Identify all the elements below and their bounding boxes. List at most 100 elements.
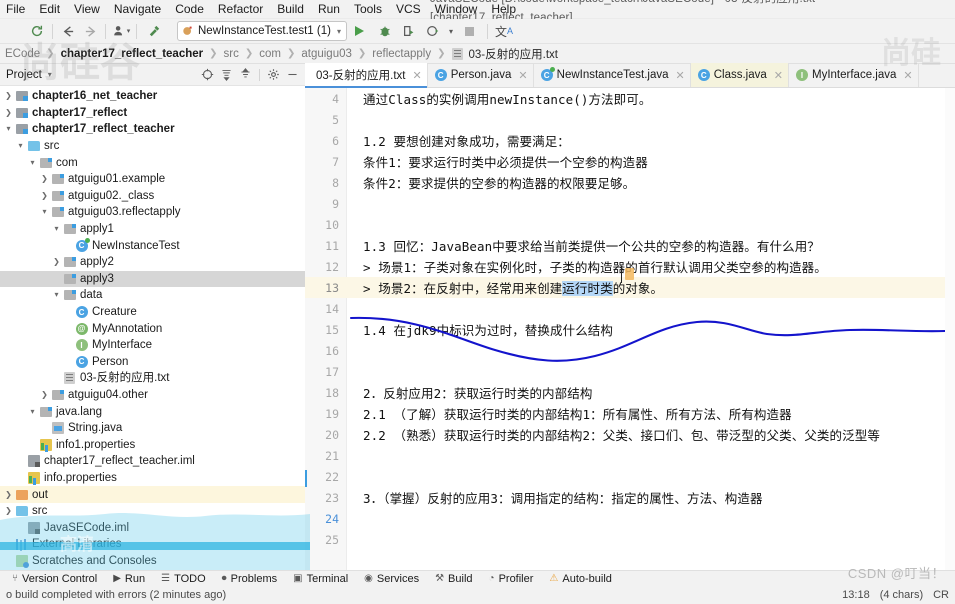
target-icon[interactable] [199, 66, 216, 83]
editor-line[interactable]: 11 1.3 回忆：JavaBean中要求给当前类提供一个公共的空参的构造器。有什… [305, 235, 955, 256]
editor-line[interactable]: 20 2.2 （熟悉）获取运行时类的内部结构2：父类、接口们、包、带泛型的父类、父… [305, 424, 955, 445]
editor-line[interactable]: 18 2．反射应用2：获取运行时类的内部结构 [305, 382, 955, 403]
tree-node[interactable]: ❯ src [0, 503, 305, 520]
editor-tab[interactable]: I MyInterface.java ✕ [789, 63, 919, 87]
close-icon[interactable]: ✕ [412, 69, 421, 82]
editor-line[interactable]: 24 [305, 508, 955, 529]
menu-item-build[interactable]: Build [270, 0, 311, 19]
tree-node[interactable]: External Libraries [0, 536, 305, 553]
chevron-right-icon[interactable]: ❯ [39, 387, 50, 403]
tree-node[interactable]: ❯ atguigu02._class [0, 188, 305, 205]
tree-node[interactable]: C Person [0, 354, 305, 371]
run-coverage-icon[interactable] [397, 21, 421, 42]
editor-line[interactable]: 6 1.2 要想创建对象成功，需要满足： [305, 130, 955, 151]
chevron-down-icon[interactable]: ▾ [51, 221, 62, 237]
tree-node[interactable]: @ MyAnnotation [0, 320, 305, 337]
editor-line[interactable]: 8 条件2：要求提供的空参的构造器的权限要足够。 [305, 172, 955, 193]
menu-item-tools[interactable]: Tools [347, 0, 389, 19]
tree-node[interactable]: JavaSECode.iml [0, 519, 305, 536]
tool-window-button[interactable]: ⚠ Auto-build [541, 573, 620, 585]
chevron-right-icon[interactable]: ❯ [39, 188, 50, 204]
chevron-down-icon[interactable]: ▾ [39, 204, 50, 220]
caret-position[interactable]: 13:18 [842, 589, 870, 601]
tool-window-button[interactable]: ⑂ Version Control [4, 573, 105, 585]
tree-node[interactable]: I MyInterface [0, 337, 305, 354]
breadcrumb-item-5[interactable]: reflectapply [370, 48, 433, 60]
back-arrow-icon[interactable] [57, 21, 79, 42]
editor-tab[interactable]: 03-反射的应用.txt ✕ [305, 63, 428, 88]
editor-area[interactable]: 4 通过Class的实例调用newInstance()方法即可。 5 6 1.2 要想创… [305, 88, 955, 570]
tree-node[interactable]: ❯ chapter16_net_teacher [0, 88, 305, 105]
menu-item-window[interactable]: Window [428, 0, 485, 19]
minimize-icon[interactable] [284, 66, 301, 83]
chevron-right-icon[interactable]: ❯ [3, 88, 14, 104]
profile-icon[interactable] [421, 21, 445, 42]
editor-line[interactable]: 19 2.1 （了解）获取运行时类的内部结构1：所有属性、所有方法、所有构造器 [305, 403, 955, 424]
tree-node[interactable]: apply3 [0, 270, 305, 288]
tool-window-button[interactable]: ◉ Services [356, 573, 427, 585]
menu-item-file[interactable]: File [0, 0, 32, 19]
tree-node[interactable]: ▾ atguigu03.reflectapply [0, 204, 305, 221]
tree-node[interactable]: ▾ apply1 [0, 221, 305, 238]
menu-item-refactor[interactable]: Refactor [211, 0, 270, 19]
chevron-down-icon[interactable]: ▾ [15, 138, 26, 154]
gear-icon[interactable] [265, 66, 282, 83]
editor-line[interactable]: 4 通过Class的实例调用newInstance()方法即可。 [305, 88, 955, 109]
editor-tab[interactable]: C Person.java ✕ [428, 63, 534, 87]
tree-node[interactable]: ▾ java.lang [0, 403, 305, 420]
menu-item-edit[interactable]: Edit [32, 0, 67, 19]
run-icon[interactable] [347, 21, 373, 42]
stop-icon[interactable] [457, 21, 483, 42]
editor-line[interactable]: 7 条件1：要求运行时类中必须提供一个空参的构造器 [305, 151, 955, 172]
chevron-right-icon[interactable]: ❯ [39, 171, 50, 187]
breadcrumb-item-0[interactable]: ECode [3, 48, 42, 60]
menu-item-run[interactable]: Run [311, 0, 347, 19]
tree-node[interactable]: String.java [0, 420, 305, 437]
close-icon[interactable]: ✕ [774, 69, 783, 82]
editor-tab[interactable]: C NewInstanceTest.java ✕ [534, 63, 691, 87]
editor-line[interactable]: 16 [305, 340, 955, 361]
chevron-right-icon[interactable]: ❯ [51, 254, 62, 270]
editor-line[interactable]: 25 [305, 529, 955, 550]
tree-node[interactable]: ▾ com [0, 154, 305, 171]
editor-line[interactable]: 15 1.4 在jdk9中标识为过时，替换成什么结构 [305, 319, 955, 340]
translate-icon[interactable]: 文A [492, 21, 516, 42]
tree-node[interactable]: ❯ atguigu01.example [0, 171, 305, 188]
tool-window-button[interactable]: ⏺ Problems [214, 573, 285, 585]
breadcrumb-item-3[interactable]: com [257, 48, 283, 60]
tree-node[interactable]: C NewInstanceTest [0, 237, 305, 254]
hammer-icon[interactable] [141, 21, 167, 42]
tool-window-button[interactable]: ▣ Terminal [285, 573, 356, 585]
breadcrumb-item-2[interactable]: src [222, 48, 241, 60]
tool-window-button[interactable]: ▶ Run [105, 573, 153, 585]
editor-line[interactable]: 10 [305, 214, 955, 235]
menu-item-view[interactable]: View [67, 0, 107, 19]
user-icon[interactable]: ▾ [110, 21, 132, 42]
chevron-right-icon[interactable]: ❯ [3, 105, 14, 121]
tree-node[interactable]: info.properties [0, 470, 305, 487]
close-icon[interactable]: ✕ [903, 69, 912, 82]
menu-item-code[interactable]: Code [168, 0, 211, 19]
sync-icon[interactable] [26, 21, 48, 42]
expand-all-icon[interactable] [218, 66, 235, 83]
chevron-right-icon[interactable]: ❯ [3, 503, 14, 519]
breadcrumb-item-4[interactable]: atguigu03 [299, 48, 354, 60]
editor-line[interactable]: 5 [305, 109, 955, 130]
editor-line[interactable]: 13 > 场景2：在反射中，经常用来创建运行时类的对象。 [305, 277, 955, 298]
run-configuration-selector[interactable]: NewInstanceTest.test1 (1) ▾ [177, 21, 347, 41]
menu-item-navigate[interactable]: Navigate [107, 0, 168, 19]
tool-window-button[interactable]: ◔ Profiler [481, 573, 542, 585]
tree-node[interactable]: ❯ atguigu04.other [0, 387, 305, 404]
chevron-down-icon[interactable]: ▾ [27, 404, 38, 420]
editor-tab[interactable]: C Class.java ✕ [690, 63, 790, 87]
close-icon[interactable]: ✕ [676, 69, 685, 82]
chevron-down-icon[interactable]: ▾ [51, 287, 62, 303]
chevron-down-icon[interactable]: ▾ [48, 70, 52, 79]
tree-node[interactable]: chapter17_reflect_teacher.iml [0, 453, 305, 470]
chevron-down-icon[interactable]: ▾ [337, 27, 341, 36]
collapse-all-icon[interactable] [237, 66, 254, 83]
tree-node[interactable]: ▾ chapter17_reflect_teacher [0, 121, 305, 138]
tree-node[interactable]: ▾ src [0, 138, 305, 155]
forward-arrow-icon[interactable] [79, 21, 101, 42]
tree-node[interactable]: C Creature [0, 304, 305, 321]
